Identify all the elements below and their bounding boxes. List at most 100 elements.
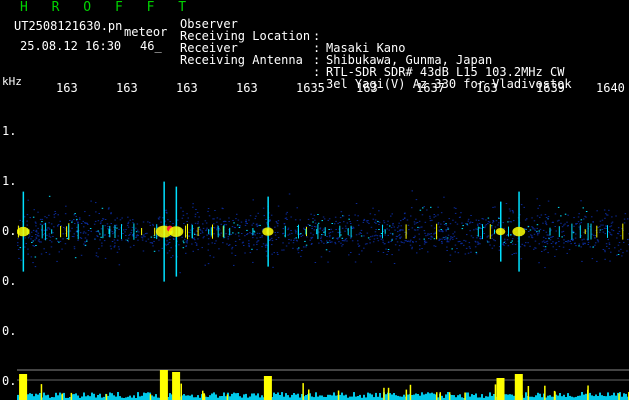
- histogram-bar: [395, 395, 397, 400]
- histogram-bar: [585, 393, 587, 400]
- noise-speck: [454, 221, 457, 223]
- info-colon: :: [313, 65, 321, 79]
- noise-speck: [591, 216, 593, 218]
- noise-speck: [421, 214, 424, 216]
- noise-speck: [377, 221, 379, 223]
- noise-speck: [480, 224, 483, 226]
- noise-speck: [413, 237, 416, 239]
- x-tick-label: 1640: [596, 81, 625, 95]
- noise-speck: [303, 227, 305, 229]
- histogram-spike: [527, 386, 530, 400]
- x-tick-label: 1639: [536, 81, 565, 95]
- signal-streak: [590, 223, 592, 240]
- noise-speck: [326, 240, 328, 242]
- noise-speck: [477, 243, 479, 245]
- noise-speck: [430, 238, 432, 240]
- noise-speck: [396, 241, 399, 243]
- noise-speck: [254, 218, 256, 220]
- noise-speck: [442, 231, 444, 233]
- noise-speck: [401, 229, 403, 231]
- histogram-bar: [559, 393, 561, 400]
- noise-speck: [357, 215, 359, 217]
- noise-speck: [152, 223, 154, 225]
- noise-speck: [524, 245, 526, 247]
- noise-speck: [31, 236, 33, 237]
- histogram-peak: [496, 378, 505, 400]
- noise-speck: [349, 221, 351, 222]
- noise-speck: [173, 239, 175, 240]
- noise-speck: [387, 220, 389, 222]
- noise-speck: [223, 224, 226, 226]
- noise-speck: [528, 236, 530, 238]
- histogram-bar: [293, 393, 295, 400]
- noise-speck: [337, 222, 339, 224]
- noise-speck: [287, 234, 289, 236]
- histogram-bar: [549, 395, 551, 400]
- histogram-bar: [537, 392, 539, 400]
- noise-speck: [485, 224, 488, 226]
- signal-streak: [114, 225, 116, 238]
- noise-speck: [234, 233, 237, 235]
- noise-speck: [438, 226, 441, 228]
- noise-speck: [567, 240, 569, 242]
- noise-speck: [37, 211, 39, 213]
- noise-speck: [612, 230, 615, 232]
- noise-speck: [285, 217, 288, 219]
- count-label: 46_: [140, 39, 162, 53]
- noise-speck: [557, 237, 559, 239]
- noise-speck: [170, 247, 172, 249]
- noise-speck: [450, 237, 452, 239]
- noise-speck: [205, 230, 207, 232]
- histogram-bar: [535, 395, 537, 400]
- histogram-spike: [40, 384, 43, 400]
- noise-speck: [305, 246, 307, 248]
- noise-speck: [253, 230, 255, 232]
- noise-speck: [405, 240, 408, 242]
- noise-speck: [404, 231, 406, 233]
- noise-speck: [469, 221, 472, 223]
- noise-speck: [580, 246, 582, 248]
- histogram-bar: [29, 393, 31, 400]
- noise-speck: [623, 222, 626, 224]
- noise-speck: [49, 236, 52, 238]
- noise-speck: [538, 232, 540, 234]
- noise-speck: [449, 223, 452, 225]
- noise-speck: [265, 243, 267, 245]
- histogram-bar: [185, 395, 187, 400]
- noise-speck: [288, 239, 290, 240]
- noise-speck: [345, 227, 347, 229]
- noise-speck: [428, 233, 431, 235]
- histogram-bar: [579, 395, 581, 400]
- noise-speck: [563, 242, 565, 244]
- noise-speck: [256, 241, 258, 243]
- noise-speck: [117, 235, 120, 237]
- noise-speck: [604, 217, 606, 219]
- histogram-spike: [203, 394, 206, 400]
- noise-speck: [80, 237, 83, 239]
- noise-speck: [218, 248, 220, 250]
- noise-speck: [547, 216, 550, 218]
- histogram-bar: [457, 395, 459, 400]
- noise-speck: [369, 242, 371, 244]
- noise-speck: [277, 254, 279, 255]
- noise-speck: [374, 219, 377, 221]
- noise-speck: [605, 243, 608, 245]
- noise-speck: [497, 216, 500, 218]
- noise-speck: [243, 245, 245, 246]
- signal-streak: [622, 223, 624, 240]
- histogram-bar: [513, 395, 515, 400]
- noise-speck: [130, 232, 132, 234]
- noise-speck: [201, 232, 204, 234]
- noise-speck: [335, 229, 337, 230]
- noise-speck: [360, 233, 362, 234]
- noise-speck: [441, 242, 443, 244]
- noise-speck: [524, 219, 527, 221]
- noise-speck: [271, 237, 273, 239]
- noise-speck: [538, 205, 541, 207]
- noise-speck: [231, 252, 233, 254]
- noise-speck: [538, 243, 540, 245]
- noise-speck: [357, 224, 360, 226]
- noise-speck: [566, 252, 568, 254]
- noise-speck: [413, 223, 416, 225]
- noise-speck: [615, 215, 617, 217]
